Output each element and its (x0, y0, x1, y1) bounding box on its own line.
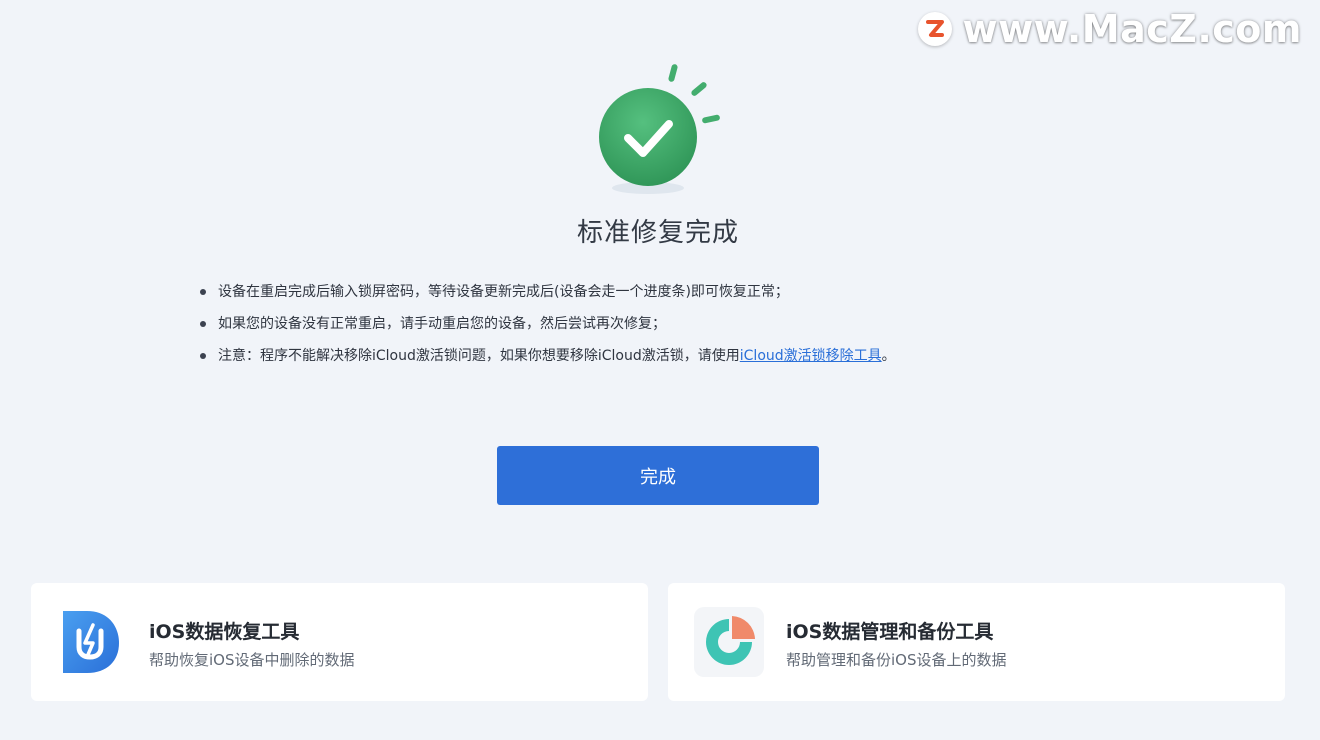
done-button[interactable]: 完成 (497, 446, 819, 505)
note-suffix: 。 (881, 348, 896, 364)
data-recovery-card[interactable]: iOS数据恢复工具 帮助恢复iOS设备中删除的数据 (31, 583, 648, 701)
card-title: iOS数据管理和备份工具 (786, 621, 994, 643)
instruction-list: 设备在重启完成后输入锁屏密码，等待设备更新完成后(设备会走一个进度条)即可恢复正… (200, 280, 896, 376)
card-subtitle: 帮助恢复iOS设备中删除的数据 (149, 651, 355, 669)
note-text: 注意：程序不能解决移除iCloud激活锁问题，如果你想要移除iCloud激活锁，… (218, 348, 740, 364)
list-item: 设备在重启完成后输入锁屏密码，等待设备更新完成后(设备会走一个进度条)即可恢复正… (200, 280, 896, 312)
note-text: 如果您的设备没有正常重启，请手动重启您的设备，然后尝试再次修复； (218, 316, 666, 332)
bullet-icon (200, 353, 206, 359)
icloud-unlock-tool-link[interactable]: iCloud激活锁移除工具 (740, 348, 882, 364)
bullet-icon (200, 321, 206, 327)
check-circle-icon (590, 58, 740, 198)
card-subtitle: 帮助管理和备份iOS设备上的数据 (786, 651, 1007, 669)
watermark: www.MacZ.com (918, 6, 1302, 52)
data-recovery-app-icon (57, 607, 127, 677)
data-manager-card[interactable]: iOS数据管理和备份工具 帮助管理和备份iOS设备上的数据 (668, 583, 1285, 701)
bullet-icon (200, 289, 206, 295)
note-text: 设备在重启完成后输入锁屏密码，等待设备更新完成后(设备会走一个进度条)即可恢复正… (218, 284, 789, 300)
card-title: iOS数据恢复工具 (149, 621, 300, 643)
macz-logo-icon (918, 12, 953, 46)
watermark-text: www.MacZ.com (962, 7, 1302, 51)
data-manager-app-icon (694, 607, 764, 677)
list-item: 注意：程序不能解决移除iCloud激活锁问题，如果你想要移除iCloud激活锁，… (200, 344, 896, 376)
page-title: 标准修复完成 (576, 218, 739, 248)
list-item: 如果您的设备没有正常重启，请手动重启您的设备，然后尝试再次修复； (200, 312, 896, 344)
